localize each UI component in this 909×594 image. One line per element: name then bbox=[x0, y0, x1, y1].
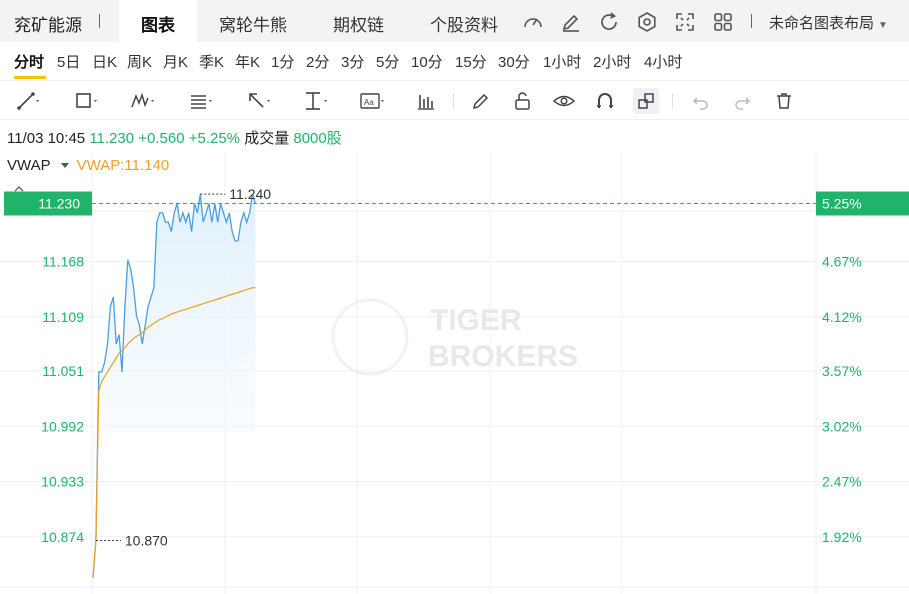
period-selector: 分时 5日 日K 周K 月K 季K 年K 1分 2分 3分 5分 10分 15分 30分 1小时 2小时 4小时 bbox=[0, 42, 909, 80]
divider bbox=[672, 93, 673, 109]
watermark-logo-circle bbox=[331, 298, 409, 376]
redo-icon[interactable] bbox=[729, 88, 755, 114]
tab-warrants[interactable]: 窝轮牛熊 bbox=[219, 11, 287, 36]
y-axis-price-label: 10.874 bbox=[41, 529, 84, 545]
y-axis-price-label: 11.168 bbox=[42, 254, 84, 270]
lock-icon[interactable] bbox=[510, 88, 536, 114]
period-tab[interactable]: 月K bbox=[163, 51, 188, 72]
volume-label: 成交量 bbox=[244, 130, 290, 147]
undo-icon[interactable] bbox=[688, 88, 714, 114]
period-tab[interactable]: 5分 bbox=[376, 51, 399, 72]
intraday-chart[interactable]: TIGERBROKERS 11.240 10.870 11.168 4.67% 11.10… bbox=[0, 152, 909, 594]
pencil-icon[interactable] bbox=[559, 10, 583, 34]
link-icon[interactable] bbox=[633, 88, 659, 114]
watermark-text: TIGER bbox=[430, 304, 522, 337]
period-tab[interactable]: 5日 bbox=[57, 51, 80, 72]
y-axis-price-label: 10.933 bbox=[41, 474, 84, 490]
period-tab[interactable]: 周K bbox=[127, 51, 152, 72]
vwap-value: VWAP:11.140 bbox=[76, 157, 170, 174]
wave-pattern-icon[interactable] bbox=[129, 88, 155, 114]
divider bbox=[453, 93, 454, 109]
period-tab[interactable]: 2分 bbox=[306, 51, 329, 72]
period-tab[interactable]: 分时 bbox=[14, 51, 44, 72]
quote-datetime: 11/03 10:45 bbox=[7, 130, 86, 147]
drawing-toolbar: Aa bbox=[0, 80, 909, 120]
last-percent-badge-label: 5.25% bbox=[822, 195, 862, 211]
y-axis-percent-label: 1.92% bbox=[822, 529, 862, 545]
period-tab[interactable]: 年K bbox=[235, 51, 260, 72]
chevron-down-icon[interactable] bbox=[60, 162, 69, 168]
indicator-name[interactable]: VWAP bbox=[7, 157, 51, 174]
period-tab[interactable]: 2小时 bbox=[593, 51, 631, 72]
chevron-down-icon: ▼ bbox=[878, 20, 888, 31]
price-range-icon[interactable] bbox=[302, 88, 328, 114]
fibonacci-icon[interactable] bbox=[187, 88, 213, 114]
quote-info-line: 11/03 10:45 11.230 +0.560 +5.25% 成交量 800… bbox=[7, 127, 342, 148]
trash-icon[interactable] bbox=[771, 88, 797, 114]
period-tab[interactable]: 4小时 bbox=[644, 51, 682, 72]
y-axis-percent-label: 3.57% bbox=[822, 363, 862, 379]
quote-change: +0.560 bbox=[138, 130, 185, 147]
watermark-text: BROKERS bbox=[428, 340, 578, 373]
high-marker-label: 11.240 bbox=[229, 186, 271, 202]
trend-line-icon[interactable] bbox=[14, 88, 40, 114]
period-tab[interactable]: 30分 bbox=[498, 51, 530, 72]
tab-stock-profile[interactable]: 个股资料 bbox=[430, 11, 498, 36]
y-axis-percent-label: 4.67% bbox=[822, 254, 862, 270]
y-axis-price-label: 11.109 bbox=[42, 309, 84, 325]
svg-text:Aa: Aa bbox=[364, 98, 374, 107]
indicator-legend: VWAP VWAP:11.140 bbox=[7, 157, 169, 174]
low-marker-label: 10.870 bbox=[125, 533, 168, 549]
quote-price: 11.230 bbox=[89, 130, 135, 147]
active-period-indicator bbox=[14, 76, 46, 79]
divider bbox=[99, 14, 100, 28]
y-axis-percent-label: 2.47% bbox=[822, 474, 862, 490]
gear-icon[interactable] bbox=[635, 10, 659, 34]
y-axis-price-label: 11.051 bbox=[42, 363, 84, 379]
collapse-chevron-icon[interactable] bbox=[12, 184, 26, 194]
y-axis-price-label: 10.992 bbox=[41, 418, 84, 434]
stock-name[interactable]: 兖矿能源 bbox=[14, 11, 82, 36]
eye-icon[interactable] bbox=[551, 88, 577, 114]
arrow-icon[interactable] bbox=[245, 88, 271, 114]
period-tab[interactable]: 1小时 bbox=[543, 51, 581, 72]
speedometer-icon[interactable] bbox=[521, 10, 545, 34]
refresh-icon[interactable] bbox=[597, 10, 621, 34]
price-area-fill bbox=[93, 194, 256, 578]
y-axis-percent-label: 3.02% bbox=[822, 418, 862, 434]
magnet-icon[interactable] bbox=[592, 88, 618, 114]
fullscreen-icon[interactable] bbox=[673, 10, 697, 34]
chart-layout-label: 未命名图表布局 bbox=[769, 15, 875, 32]
volume-value: 8000股 bbox=[293, 130, 342, 147]
divider bbox=[751, 14, 752, 28]
period-tab[interactable]: 季K bbox=[199, 51, 224, 72]
y-axis-percent-label: 4.12% bbox=[822, 309, 862, 325]
period-tab[interactable]: 10分 bbox=[411, 51, 443, 72]
period-tab[interactable]: 日K bbox=[92, 51, 117, 72]
period-tab[interactable]: 3分 bbox=[341, 51, 364, 72]
top-bar: 兖矿能源 图表 窝轮牛熊 期权链 个股资料 未命名图表布局 ▼ bbox=[0, 0, 909, 42]
chart-layout-selector[interactable]: 未命名图表布局 ▼ bbox=[769, 12, 888, 33]
period-tab[interactable]: 15分 bbox=[455, 51, 487, 72]
text-annotation-icon[interactable]: Aa bbox=[359, 88, 385, 114]
rectangle-icon[interactable] bbox=[72, 88, 98, 114]
tab-options-chain[interactable]: 期权链 bbox=[333, 11, 384, 36]
watermark-logo bbox=[331, 298, 409, 376]
indicator-icon[interactable] bbox=[414, 88, 440, 114]
last-price-badge-label: 11.230 bbox=[38, 195, 80, 211]
brush-icon[interactable] bbox=[468, 88, 494, 114]
period-tab[interactable]: 1分 bbox=[271, 51, 294, 72]
grid-icon[interactable] bbox=[711, 10, 735, 34]
tab-chart[interactable]: 图表 bbox=[119, 0, 197, 42]
quote-change-pct: +5.25% bbox=[188, 130, 241, 147]
